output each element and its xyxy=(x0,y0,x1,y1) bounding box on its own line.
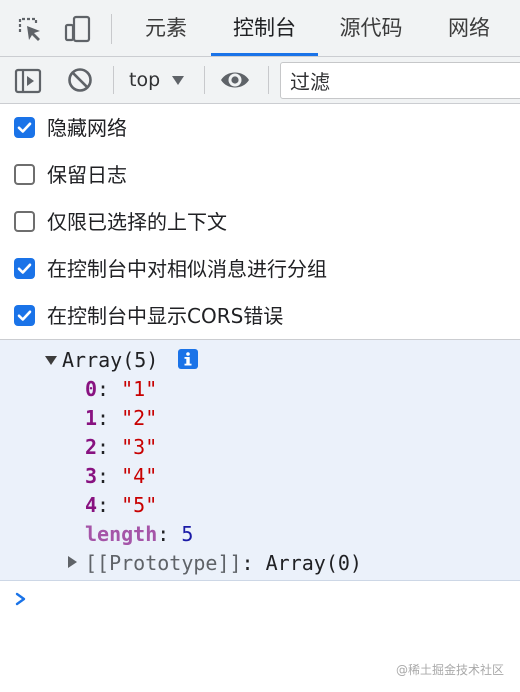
array-item-key: 3 xyxy=(85,464,98,488)
array-item-key: 2 xyxy=(85,435,98,459)
checkbox-selected-context-only[interactable] xyxy=(14,211,35,232)
toolbar-divider xyxy=(111,14,112,44)
context-selector-label: top xyxy=(129,69,161,91)
array-item-value: "1" xyxy=(121,377,158,401)
filter-input[interactable] xyxy=(280,62,520,99)
array-item-value: "2" xyxy=(121,406,158,430)
array-item-value: "5" xyxy=(121,493,158,517)
prototype-value: Array(0) xyxy=(265,551,362,575)
array-length-value: 5 xyxy=(181,522,194,546)
array-item-value: "4" xyxy=(121,464,158,488)
console-prompt[interactable] xyxy=(0,582,520,616)
checkbox-preserve-log[interactable] xyxy=(14,164,35,185)
setting-group-similar[interactable]: 在控制台中对相似消息进行分组 xyxy=(0,246,520,292)
setting-hide-network[interactable]: 隐藏网络 xyxy=(0,105,520,151)
array-item-key: 0 xyxy=(85,377,98,401)
tab-network[interactable]: 网络 xyxy=(436,0,502,57)
setting-label: 保留日志 xyxy=(47,163,127,187)
array-length: length: 5 xyxy=(85,522,194,546)
console-toolbar: top xyxy=(0,57,520,104)
watermark: @稀土掘金技术社区 xyxy=(395,663,504,677)
array-item-key: 4 xyxy=(85,493,98,517)
array-item: 1: "2" xyxy=(85,406,158,430)
tab-elements[interactable]: 元素 xyxy=(131,0,201,57)
array-length-key: length xyxy=(85,522,158,546)
console-settings-panel: 隐藏网络 保留日志 仅限已选择的上下文 在控制台中对相似消息进行分组 在控制台中… xyxy=(0,104,520,340)
active-tab-indicator xyxy=(211,53,318,56)
console-log-entry: Array(5) 0: "1" 1: "2" 2: "3" 3: "4" 4: … xyxy=(0,340,520,581)
setting-preserve-log[interactable]: 保留日志 xyxy=(0,152,520,198)
array-item-key: 1 xyxy=(85,406,98,430)
info-icon[interactable] xyxy=(178,349,198,369)
array-summary[interactable]: Array(5) xyxy=(62,346,158,375)
setting-label: 在控制台中显示CORS错误 xyxy=(47,304,284,328)
device-toolbar-icon[interactable] xyxy=(64,15,92,43)
setting-selected-context-only[interactable]: 仅限已选择的上下文 xyxy=(0,199,520,245)
prompt-chevron-icon xyxy=(14,591,28,611)
array-item: 4: "5" xyxy=(85,493,158,517)
array-prototype[interactable]: [[Prototype]]: Array(0) xyxy=(85,549,362,578)
toolbar-divider xyxy=(268,66,269,94)
checkbox-check-icon xyxy=(17,122,32,133)
collapse-triangle-icon[interactable] xyxy=(68,556,77,568)
clear-console-icon[interactable] xyxy=(67,67,93,97)
sidebar-toggle-icon[interactable] xyxy=(14,67,42,99)
array-item-value: "3" xyxy=(121,435,158,459)
checkbox-check-icon xyxy=(17,310,32,321)
checkbox-group-similar[interactable] xyxy=(14,258,35,279)
eye-icon[interactable] xyxy=(219,68,251,96)
context-selector[interactable]: top xyxy=(124,65,194,95)
setting-label: 在控制台中对相似消息进行分组 xyxy=(47,257,327,281)
inspect-element-icon[interactable] xyxy=(16,15,44,43)
array-item: 3: "4" xyxy=(85,464,158,488)
checkbox-check-icon xyxy=(17,263,32,274)
dropdown-arrow-icon xyxy=(172,76,184,85)
setting-label: 仅限已选择的上下文 xyxy=(47,210,227,234)
tab-sources[interactable]: 源代码 xyxy=(326,0,416,57)
toolbar-divider xyxy=(204,66,205,94)
expand-triangle-icon[interactable] xyxy=(45,356,57,365)
setting-label: 隐藏网络 xyxy=(47,116,127,140)
toolbar-divider xyxy=(113,66,114,94)
checkbox-show-cors-errors[interactable] xyxy=(14,305,35,326)
checkbox-hide-network[interactable] xyxy=(14,117,35,138)
array-item: 2: "3" xyxy=(85,435,158,459)
setting-show-cors-errors[interactable]: 在控制台中显示CORS错误 xyxy=(0,293,520,339)
tab-console[interactable]: 控制台 xyxy=(211,0,318,57)
prototype-key: [[Prototype]] xyxy=(85,551,242,575)
array-item: 0: "1" xyxy=(85,377,158,401)
devtools-tab-bar: 元素 控制台 源代码 网络 xyxy=(0,0,520,57)
